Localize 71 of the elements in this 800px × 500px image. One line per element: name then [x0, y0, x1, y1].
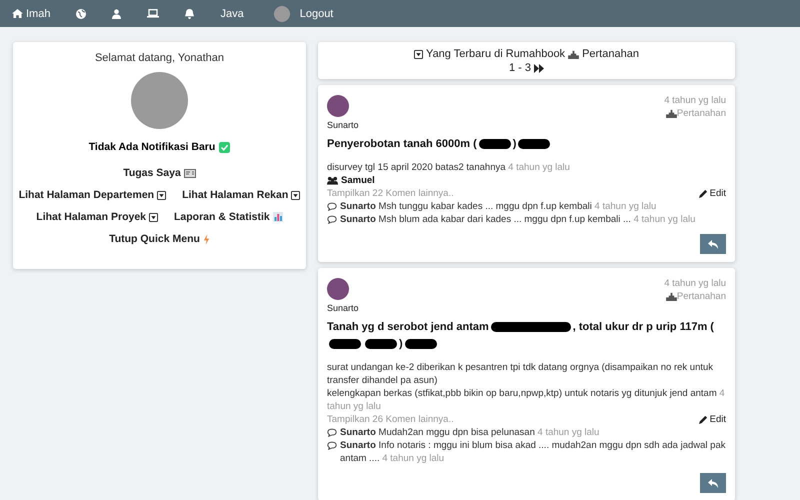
post-time: 4 tahun yg lalu [664, 278, 726, 289]
building-icon [666, 109, 677, 118]
comment-text: Sunarto Mudah2an mggu dpn bisa pelunasan 4 tahun yg lalu [340, 426, 600, 439]
category-label: Pertanahan [582, 48, 639, 60]
category-label: Pertanahan [676, 108, 726, 119]
author-name: Sunarto [327, 303, 359, 313]
reply-icon [708, 478, 718, 488]
globe-link[interactable] [76, 8, 86, 18]
avatar-placeholder [327, 278, 349, 300]
comment-text: Sunarto Msh blum ada kabar dari kades ... mggu dpn f.up kembali ... 4 tahun yg lalu [340, 213, 696, 226]
post-title-text: ) [512, 138, 516, 150]
user-icon [112, 8, 122, 18]
quick-menu-link[interactable]: Lihat Halaman Departemen [18, 189, 166, 201]
notifications-link[interactable] [185, 8, 194, 18]
greeting: Selamat datang, Yonathan [94, 52, 224, 64]
post-title-text: Tanah yg d serobot jend antam [327, 321, 489, 333]
pencil-icon [698, 415, 708, 424]
check-icon [219, 142, 230, 152]
post-title-text: Penyerobotan tanah 6000m ( [327, 138, 477, 150]
author-name: Sunarto [327, 120, 359, 130]
bar-chart-icon [272, 212, 283, 222]
page-range: 1 - 3 [508, 62, 531, 74]
post-text: surat undangan ke-2 diberikan k pesantren tpi tdk datang orgnya (disampaikan no rek untuk transfer dihandel pa asun) [327, 361, 714, 387]
post-title-text: , total ukur dr p urip 117m ( [572, 321, 714, 333]
avatar-icon [274, 6, 290, 22]
redaction-mark [478, 139, 511, 150]
quick-menu-link[interactable]: Lihat Halaman Proyek [36, 211, 158, 223]
dropdown-icon [149, 212, 158, 222]
dropdown-icon [157, 190, 166, 200]
post-text: kelengkapan berkas (stfikat,pbb bikin op baru,npwp,ktp) untuk notaris yg ditunjuk jend antam 4 tahun yg lalu [327, 387, 726, 413]
post-time: 4 tahun yg lalu [664, 95, 726, 106]
redaction-mark [365, 339, 397, 350]
java-link[interactable]: Java [220, 8, 244, 20]
quick-menu-link[interactable]: Lihat Halaman Rekan [182, 189, 300, 201]
redaction-mark [404, 339, 437, 350]
post-title-text: ) [399, 338, 403, 350]
laptop-link[interactable] [147, 9, 160, 18]
reply-button[interactable] [700, 234, 726, 254]
laptop-icon [147, 9, 160, 18]
notification-status: Tidak Ada Notifikasi Baru [88, 141, 216, 153]
edit-link[interactable]: Edit [698, 187, 726, 200]
dropdown-icon [291, 190, 300, 200]
reply-button[interactable] [700, 473, 726, 493]
dropdown-icon [414, 50, 424, 58]
logout-link[interactable]: Logout [300, 8, 334, 20]
building-icon [568, 50, 580, 58]
redaction-mark [518, 139, 550, 150]
home-link[interactable]: Imah [12, 8, 50, 20]
user-link[interactable] [112, 8, 122, 18]
comment-text: Sunarto Msh tunggu kabar kades ... mggu dpn f.up kembali 4 tahun yg lalu [340, 200, 656, 213]
building-icon [666, 292, 677, 301]
redaction-mark [329, 339, 361, 350]
comment-text: Sunarto Info notaris : mggu ini blum bisa akad .... mudah2an mggu dpn sdh ada jadwal pak antam .... 4 tahun yg lalu [340, 439, 726, 465]
globe-icon [76, 8, 86, 18]
member-name: Samuel [341, 174, 375, 187]
avatar-placeholder [327, 95, 349, 117]
edit-link[interactable]: Edit [698, 413, 726, 426]
lightning-icon [202, 234, 210, 244]
reply-icon [708, 240, 718, 248]
users-icon [327, 176, 338, 185]
category-label: Pertanahan [676, 291, 726, 302]
pencil-icon [698, 189, 708, 198]
feed-title: Yang Terbaru di Rumahbook [426, 48, 566, 60]
quick-menu-link[interactable]: Laporan & Statistik [174, 211, 283, 223]
quick-menu-link[interactable]: Tugas Saya [123, 167, 196, 179]
card-icon [184, 168, 196, 178]
fast-forward-icon[interactable] [534, 64, 544, 72]
quick-menu-link[interactable]: Tutup Quick Menu [109, 233, 210, 245]
bell-icon [185, 8, 194, 18]
post-text: disurvey tgl 15 april 2020 batas2 tanahnya 4 tahun yg lalu [327, 161, 571, 174]
home-icon [12, 9, 23, 18]
